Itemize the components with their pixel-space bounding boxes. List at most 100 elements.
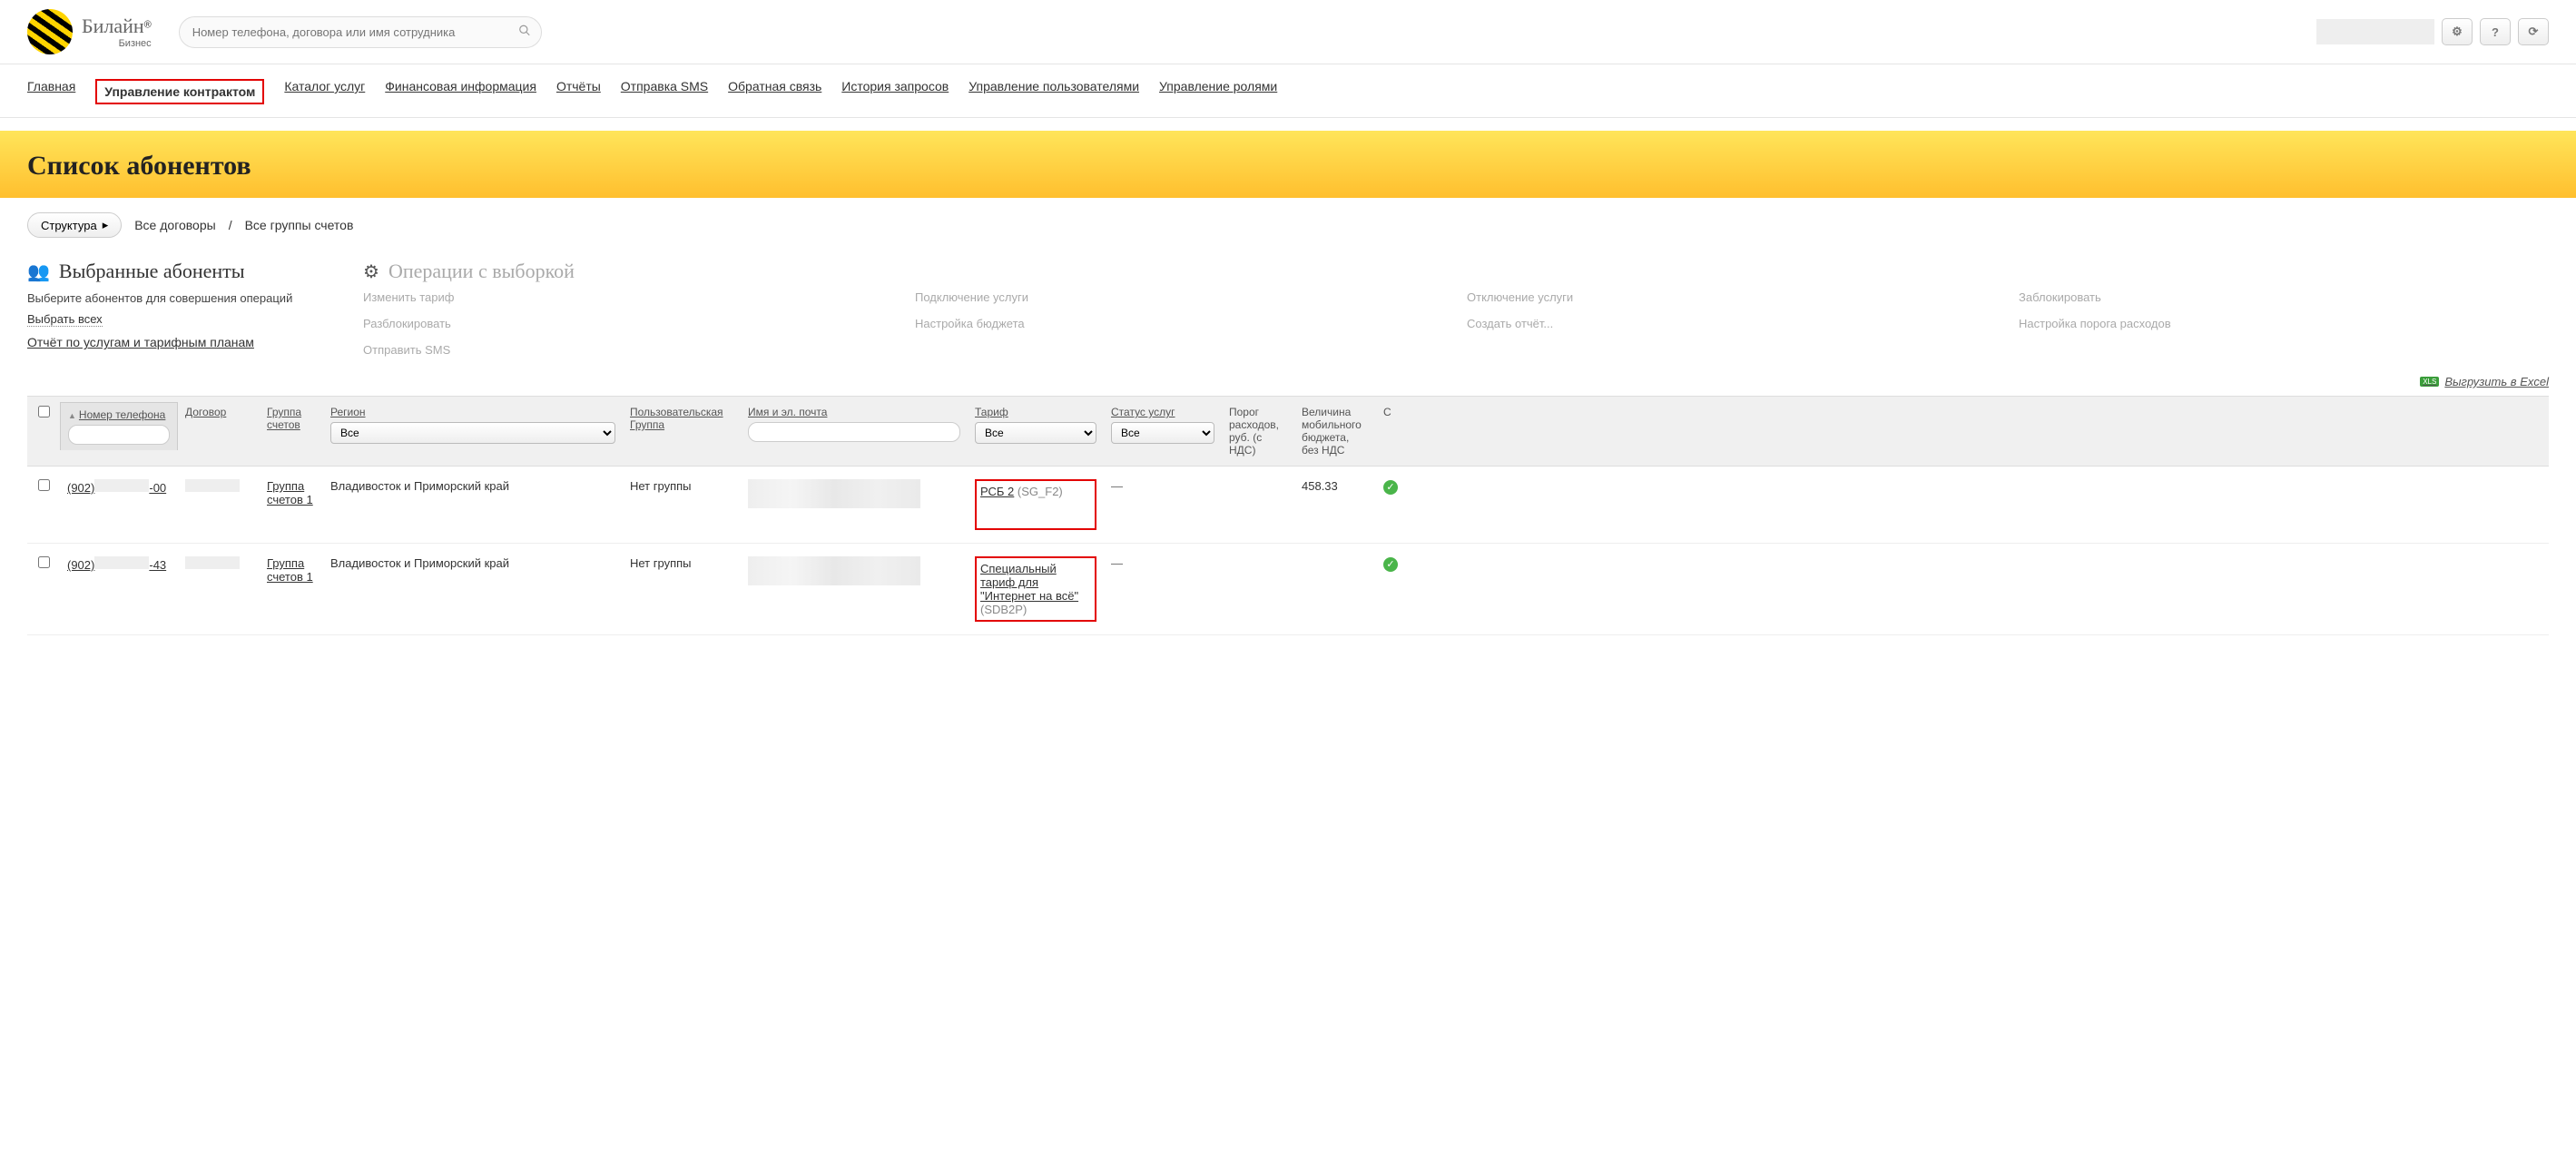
search-wrap [179,16,542,48]
ops-panel: ⚙ Операции с выборкой Изменить тариф Под… [363,260,2549,357]
phone-link[interactable]: (902)-43 [67,558,166,572]
gear-icon: ⚙ [2452,25,2463,39]
breadcrumb: Структура ▸ Все договоры / Все группы сч… [27,212,2549,238]
selected-title: 👥 Выбранные абоненты [27,260,327,283]
export-excel-link[interactable]: XLS Выгрузить в Excel [2420,375,2549,388]
th-tariff[interactable]: Тариф [975,406,1008,418]
contract-redacted [185,479,240,492]
nav-roles[interactable]: Управление ролями [1159,79,1277,104]
status-cell: — [1111,556,1123,570]
th-status[interactable]: Статус услуг [1111,406,1175,418]
op-budget: Настройка бюджета [915,317,1445,330]
tariff-highlight: РСБ 2 (SG_F2) [975,479,1096,530]
export-row: XLS Выгрузить в Excel [27,375,2549,388]
name-redacted [748,556,920,585]
th-budget: Величина мобильного бюджета, без НДС [1302,406,1362,457]
ops-grid: Изменить тариф Подключение услуги Отключ… [363,290,2549,357]
limit-cell [1222,476,1294,483]
user-info-redacted [2316,19,2434,44]
refresh-icon: ⟳ [2529,25,2539,39]
region-cell: Владивосток и Приморский край [323,476,623,496]
header-bar: Билайн® Бизнес ⚙ ? ⟳ [0,0,2576,64]
settings-button[interactable]: ⚙ [2442,18,2473,45]
help-button[interactable]: ? [2480,18,2511,45]
logo-text: Билайн [82,15,144,37]
th-contract[interactable]: Договор [185,406,226,418]
th-region[interactable]: Регион [330,406,366,418]
th-st: С [1383,406,1391,418]
nav-users[interactable]: Управление пользователями [968,79,1139,104]
nav-sms[interactable]: Отправка SMS [621,79,708,104]
report-link[interactable]: Отчёт по услугам и тарифным планам [27,335,254,349]
row-checkbox[interactable] [38,479,50,491]
title-band: Список абонентов [0,131,2576,198]
table-row: (902)-00 Группа счетов 1 Владивосток и П… [27,467,2549,544]
status-filter-select[interactable]: Все [1111,422,1214,444]
header-right: ⚙ ? ⟳ [2316,18,2549,45]
op-disconnect-service: Отключение услуги [1467,290,1997,304]
group-link[interactable]: Группа счетов 1 [267,479,313,506]
ops-title: ⚙ Операции с выборкой [363,260,2549,283]
tariff-highlight: Специальный тариф для "Интернет на всё" … [975,556,1096,622]
th-limit: Порог расходов, руб. (с НДС) [1229,406,1279,457]
logo-subtext: Бизнес [82,38,152,49]
nav-reports[interactable]: Отчёты [556,79,601,104]
table-row: (902)-43 Группа счетов 1 Владивосток и П… [27,544,2549,635]
search-input[interactable] [179,16,542,48]
usergroup-cell: Нет группы [623,553,741,574]
th-phone[interactable]: ▲Номер телефона [60,402,178,450]
logo[interactable]: Билайн® Бизнес [27,9,152,54]
phone-redacted [94,479,149,492]
th-group[interactable]: Группа счетов [267,406,301,431]
region-filter-select[interactable]: Все [330,422,615,444]
crumb-sep: / [229,218,232,232]
th-usergroup[interactable]: Пользовательская Группа [630,406,723,431]
refresh-button[interactable]: ⟳ [2518,18,2549,45]
gear-icon: ⚙ [363,260,379,283]
crumb-groups[interactable]: Все группы счетов [245,218,354,232]
panels: 👥 Выбранные абоненты Выберите абонентов … [27,260,2549,357]
status-cell: — [1111,479,1123,493]
logo-mark: ® [144,20,152,31]
select-all-link[interactable]: Выбрать всех [27,312,103,327]
op-limit: Настройка порога расходов [2019,317,2549,330]
crumb-contracts[interactable]: Все договоры [134,218,215,232]
row-checkbox[interactable] [38,556,50,568]
limit-cell [1222,553,1294,560]
nav-main[interactable]: Главная [27,79,75,104]
nav-contract-management[interactable]: Управление контрактом [95,79,264,104]
usergroup-cell: Нет группы [623,476,741,496]
op-block: Заблокировать [2019,290,2549,304]
region-cell: Владивосток и Приморский край [323,553,623,574]
phone-link[interactable]: (902)-00 [67,481,166,495]
op-create-report: Создать отчёт... [1467,317,1997,330]
table-header: ▲Номер телефона Договор Группа счетов Ре… [27,396,2549,467]
budget-cell [1294,553,1376,560]
chevron-right-icon: ▸ [103,218,109,232]
selected-hint: Выберите абонентов для совершения операц… [27,290,327,307]
nav-bar: Главная Управление контрактом Каталог ус… [0,64,2576,118]
name-redacted [748,479,920,508]
nav-finance[interactable]: Финансовая информация [385,79,536,104]
name-filter-input[interactable] [748,422,960,442]
tariff-filter-select[interactable]: Все [975,422,1096,444]
selected-panel: 👥 Выбранные абоненты Выберите абонентов … [27,260,327,357]
group-link[interactable]: Группа счетов 1 [267,556,313,584]
select-all-checkbox[interactable] [38,406,50,418]
search-icon[interactable] [518,25,531,40]
op-change-tariff: Изменить тариф [363,290,893,304]
tariff-link[interactable]: РСБ 2 [980,485,1014,498]
nav-catalog[interactable]: Каталог услуг [284,79,365,104]
contract-redacted [185,556,240,569]
phone-filter-input[interactable] [68,425,170,445]
op-send-sms: Отправить SMS [363,343,893,357]
structure-button[interactable]: Структура ▸ [27,212,122,238]
nav-feedback[interactable]: Обратная связь [728,79,821,104]
nav-history[interactable]: История запросов [841,79,949,104]
th-name[interactable]: Имя и эл. почта [748,406,827,418]
users-icon: 👥 [27,260,50,283]
subscribers-table: ▲Номер телефона Договор Группа счетов Ре… [27,396,2549,635]
tariff-code: (SDB2P) [980,603,1027,616]
tariff-link[interactable]: Специальный тариф для "Интернет на всё" [980,562,1078,603]
help-icon: ? [2492,25,2499,39]
